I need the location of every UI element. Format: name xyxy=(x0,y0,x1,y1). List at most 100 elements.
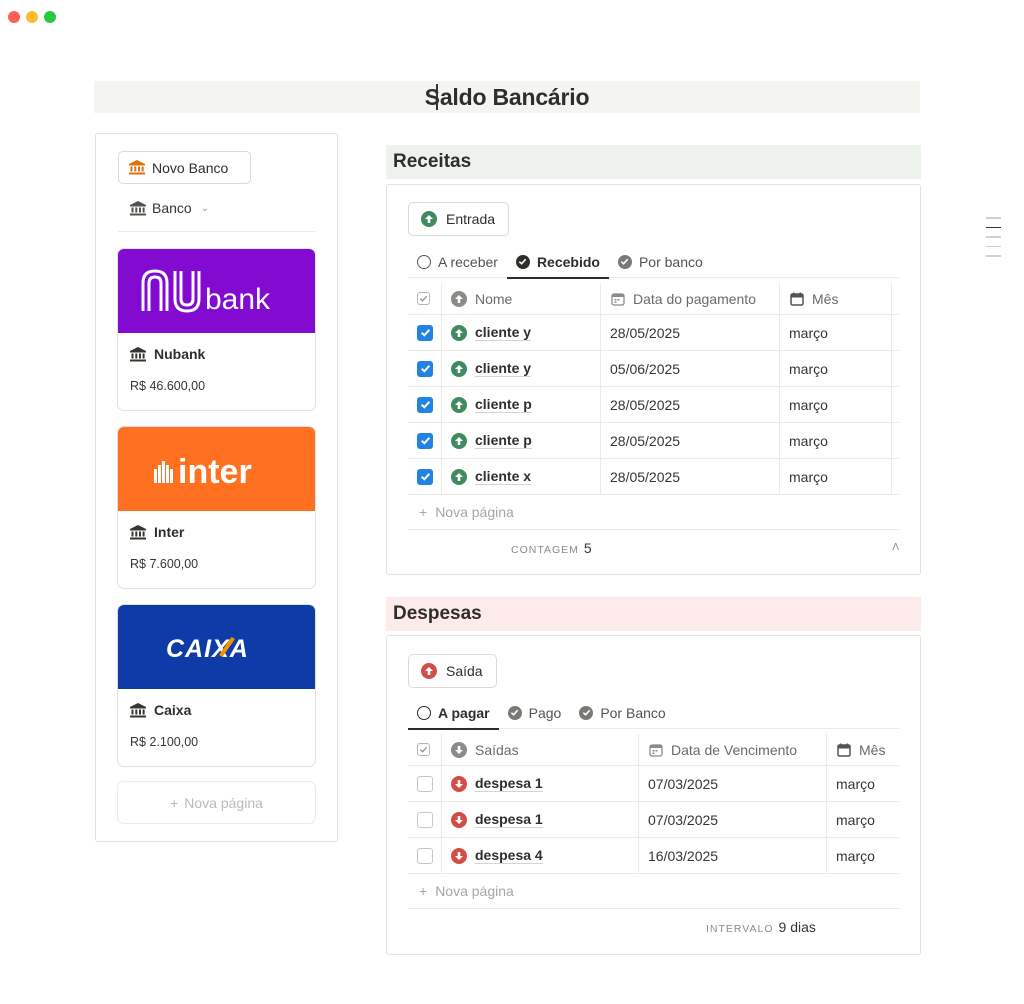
row-name[interactable]: despesa 1 xyxy=(475,775,543,792)
tab-pago[interactable]: Pago xyxy=(499,697,571,729)
month-cell[interactable]: março xyxy=(827,766,899,801)
name-cell[interactable]: cliente x xyxy=(442,459,601,494)
date-cell[interactable]: 07/03/2025 xyxy=(639,766,827,801)
table-row[interactable]: despesa 1 07/03/2025 março xyxy=(408,766,899,802)
table-of-contents-rail[interactable] xyxy=(986,217,1001,257)
receitas-new-page-row[interactable]: + Nova página xyxy=(408,495,899,530)
column-header-mes[interactable]: Mês xyxy=(827,734,899,765)
date-cell[interactable]: 28/05/2025 xyxy=(601,387,780,422)
checkbox-cell[interactable] xyxy=(408,802,442,837)
range-summary[interactable]: INTERVALO 9 dias xyxy=(706,919,816,935)
checkbox-checked-icon[interactable] xyxy=(417,396,433,413)
month-cell[interactable]: março xyxy=(780,459,892,494)
column-header-saidas[interactable]: Saídas xyxy=(442,734,639,765)
name-cell[interactable]: despesa 1 xyxy=(442,766,639,801)
row-name[interactable]: cliente p xyxy=(475,432,532,449)
checkbox-cell[interactable] xyxy=(408,351,442,386)
tab-a-pagar[interactable]: A pagar xyxy=(408,697,499,730)
checkbox-unchecked[interactable] xyxy=(417,775,433,792)
row-name[interactable]: despesa 4 xyxy=(475,847,543,864)
date-cell[interactable]: 07/03/2025 xyxy=(639,802,827,837)
table-row[interactable]: cliente p 28/05/2025 março xyxy=(408,423,899,459)
despesas-new-page-row[interactable]: + Nova página xyxy=(408,874,899,909)
date-cell[interactable]: 16/03/2025 xyxy=(639,838,827,873)
zoom-window-button[interactable] xyxy=(44,11,56,23)
name-cell[interactable]: cliente y xyxy=(442,351,601,386)
checkbox-checked-icon[interactable] xyxy=(417,324,433,341)
table-row[interactable]: despesa 1 07/03/2025 março xyxy=(408,802,899,838)
table-row[interactable]: cliente y 05/06/2025 março xyxy=(408,351,899,387)
column-header-nome[interactable]: Nome xyxy=(442,283,601,314)
select-all-cell[interactable] xyxy=(408,283,442,314)
bank-card-caixa[interactable]: CAIXA Caixa R$ 2.100,00 xyxy=(117,604,316,767)
entrada-button[interactable]: Entrada xyxy=(408,202,510,236)
month-cell[interactable]: março xyxy=(827,838,899,873)
row-name[interactable]: cliente x xyxy=(475,468,532,485)
month-cell[interactable]: março xyxy=(780,387,892,422)
name-cell[interactable]: cliente p xyxy=(442,387,601,422)
table-row[interactable]: cliente x 28/05/2025 março xyxy=(408,459,899,495)
row-name[interactable]: despesa 1 xyxy=(475,811,543,828)
checkbox-cell[interactable] xyxy=(408,387,442,422)
checkbox-unchecked[interactable] xyxy=(417,847,433,864)
toc-mark[interactable] xyxy=(986,236,1001,238)
close-window-button[interactable] xyxy=(8,11,20,23)
checkbox-cell[interactable] xyxy=(408,459,442,494)
name-cell[interactable]: despesa 4 xyxy=(442,838,639,873)
month-cell[interactable]: março xyxy=(827,802,899,837)
count-summary[interactable]: CONTAGEM 5 xyxy=(511,540,592,556)
column-header-data[interactable]: Data do pagamento xyxy=(601,283,780,314)
receitas-header[interactable]: Receitas xyxy=(386,145,921,179)
toc-mark[interactable] xyxy=(986,245,1001,247)
name-cell[interactable]: despesa 1 xyxy=(442,802,639,837)
month-cell[interactable]: março xyxy=(780,351,892,386)
column-header-mes[interactable]: Mês xyxy=(780,283,892,314)
despesas-header[interactable]: Despesas xyxy=(386,597,921,631)
select-all-cell[interactable] xyxy=(408,734,442,765)
checkbox-checked-icon[interactable] xyxy=(417,360,433,377)
row-month: março xyxy=(789,468,828,485)
column-header-vencimento[interactable]: Data de Vencimento xyxy=(639,734,827,765)
tab-por-banco[interactable]: Por banco xyxy=(609,246,712,278)
inter-logo: inter xyxy=(153,453,251,491)
row-name[interactable]: cliente y xyxy=(475,324,532,341)
bank-view-selector[interactable]: Banco ⌄ xyxy=(130,200,209,216)
month-cell[interactable]: março xyxy=(780,315,892,350)
row-date: 07/03/2025 xyxy=(648,775,719,792)
row-name[interactable]: cliente y xyxy=(475,360,532,377)
row-name[interactable]: cliente p xyxy=(475,396,532,413)
checkbox-unchecked[interactable] xyxy=(417,811,433,828)
checkbox-cell[interactable] xyxy=(408,766,442,801)
name-cell[interactable]: cliente y xyxy=(442,315,601,350)
tab-por-banco[interactable]: Por Banco xyxy=(570,697,674,729)
arrow-up-icon xyxy=(421,211,437,227)
date-cell[interactable]: 28/05/2025 xyxy=(601,459,780,494)
table-row[interactable]: cliente y 28/05/2025 março xyxy=(408,315,899,351)
toc-mark[interactable] xyxy=(986,255,1001,257)
bank-card-inter[interactable]: inter Inter R$ 7.600,00 xyxy=(117,426,316,589)
date-cell[interactable]: 28/05/2025 xyxy=(601,315,780,350)
checkbox-checked-icon[interactable] xyxy=(417,468,433,485)
page-title[interactable]: Saldo Bancário xyxy=(425,84,590,111)
tab-recebido[interactable]: Recebido xyxy=(506,246,609,279)
minimize-window-button[interactable] xyxy=(26,11,38,23)
toc-mark[interactable] xyxy=(986,217,1001,219)
toc-mark-active[interactable] xyxy=(986,226,1001,228)
checkbox-cell[interactable] xyxy=(408,838,442,873)
checkbox-checked-icon[interactable] xyxy=(417,432,433,449)
date-cell[interactable]: 28/05/2025 xyxy=(601,423,780,458)
new-bank-button[interactable]: Novo Banco xyxy=(118,151,251,184)
column-label: Data de Vencimento xyxy=(671,741,798,758)
table-row[interactable]: cliente p 28/05/2025 março xyxy=(408,387,899,423)
month-cell[interactable]: março xyxy=(780,423,892,458)
bank-card-nubank[interactable]: bank Nubank R$ 46.600,00 xyxy=(117,248,316,411)
checkbox-cell[interactable] xyxy=(408,423,442,458)
name-cell[interactable]: cliente p xyxy=(442,423,601,458)
new-bank-page-button[interactable]: + Nova página xyxy=(117,781,316,824)
checkbox-cell[interactable] xyxy=(408,315,442,350)
tab-a-receber[interactable]: A receber xyxy=(408,246,507,278)
table-row[interactable]: despesa 4 16/03/2025 março xyxy=(408,838,899,874)
despesas-database: Saída A pagar Pago Por Banco Saídas Data… xyxy=(386,635,921,955)
date-cell[interactable]: 05/06/2025 xyxy=(601,351,780,386)
saida-button[interactable]: Saída xyxy=(408,654,497,688)
